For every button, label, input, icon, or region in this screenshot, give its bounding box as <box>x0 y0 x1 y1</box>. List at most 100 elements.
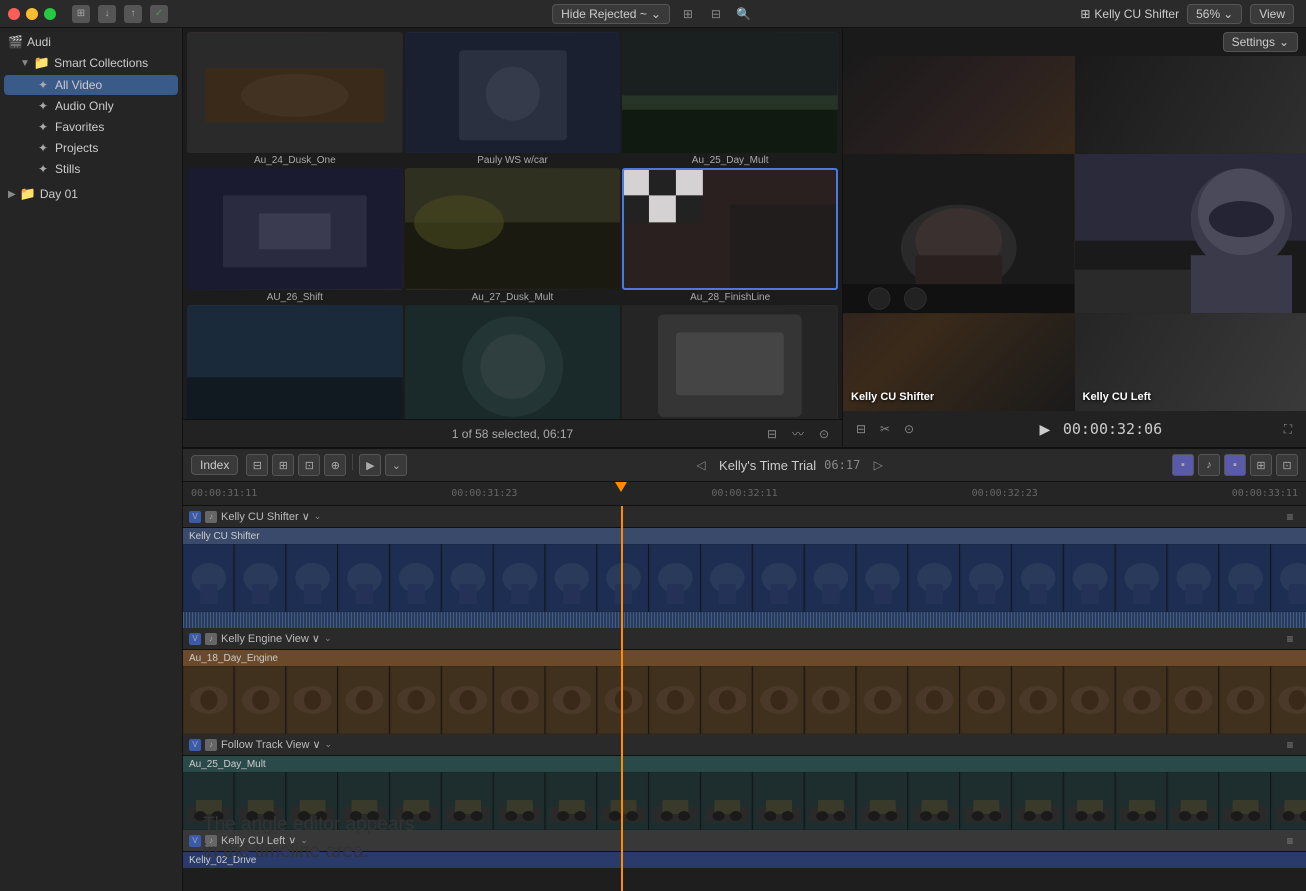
browser-viewer-split: Au_24_Dusk_One Pauly WS w/car <box>183 28 1306 448</box>
traffic-light-green[interactable] <box>44 8 56 20</box>
sidebar-item-projects[interactable]: ✦ Projects <box>4 138 178 158</box>
view-button[interactable]: View <box>1250 4 1294 24</box>
chevron-icon: ⌄ <box>651 7 661 21</box>
timeline-right-arrow[interactable]: ▷ <box>868 455 888 475</box>
track-3-options[interactable]: ≡ <box>1280 831 1300 851</box>
import-icon[interactable]: ↓ <box>98 5 116 23</box>
track-0-audio-icon: ♪ <box>205 511 217 523</box>
clip-thumb-4[interactable]: Au_27_Dusk_Mult <box>405 168 621 302</box>
clip-options[interactable]: ⊙ <box>814 424 834 444</box>
trim-button[interactable]: ✂ <box>875 419 895 439</box>
clip-thumbnail-8 <box>622 305 838 419</box>
sidebar-item-audio-only[interactable]: ✦ Audio Only <box>4 96 178 116</box>
clip-thumb-0[interactable]: Au_24_Dusk_One <box>187 32 403 166</box>
clip-thumb-8[interactable]: Light2_A <box>622 305 838 419</box>
play-options-btn[interactable]: ⌄ <box>385 454 407 476</box>
track-1-filmstrip <box>183 666 1306 734</box>
browser-status-text: 1 of 58 selected, 06:17 <box>452 427 573 441</box>
viewer-timecode: 00:00:32:06 <box>1063 420 1162 438</box>
fullscreen-button[interactable]: ⛶ <box>1278 419 1298 439</box>
track-3-audio-icon: ♪ <box>205 835 217 847</box>
timeline-grid-btn[interactable]: ⊞ <box>272 454 294 476</box>
sidebar-item-all-video-label: All Video <box>55 78 102 92</box>
film-icon: 🎬 <box>8 35 23 49</box>
track-1: V ♪ Kelly Engine View ∨ ⌄ ≡ Au_18_Day_En… <box>183 628 1306 734</box>
sidebar-smart-collections-group[interactable]: ▼ 📁 Smart Collections <box>0 52 182 74</box>
track-3-header: V ♪ Kelly CU Left ∨ ⌄ ≡ <box>183 830 1306 852</box>
clip-label-3: AU_26_Shift <box>187 292 403 303</box>
traffic-light-yellow[interactable] <box>26 8 38 20</box>
timeline-clip-expand[interactable]: ⊡ <box>1276 454 1298 476</box>
play-button[interactable]: ▶ <box>1035 419 1055 439</box>
track-0-header: V ♪ Kelly CU Shifter ∨ ⌄ ≡ <box>183 506 1306 528</box>
track-2-filmstrip <box>183 772 1306 830</box>
clip-thumb-5[interactable]: Au_28_FinishLine <box>622 168 838 302</box>
zoom-button[interactable]: 56% ⌄ <box>1187 4 1242 24</box>
clip-thumb-7[interactable]: Au_30_Close <box>405 305 621 419</box>
waveform-toggle[interactable]: 〰 <box>788 424 808 444</box>
content-area: Au_24_Dusk_One Pauly WS w/car <box>183 28 1306 891</box>
settings-button[interactable]: Settings ⌄ <box>1223 32 1298 52</box>
track-2-options[interactable]: ≡ <box>1280 735 1300 755</box>
track-0-clip-label: Kelly CU Shifter <box>189 531 260 542</box>
timeline-expand-btn[interactable]: ⊡ <box>298 454 320 476</box>
sidebar-root-group[interactable]: 🎬 Audi <box>0 32 182 52</box>
settings-label: Settings <box>1232 35 1275 49</box>
video-overlay-btn[interactable]: ▪ <box>1224 454 1246 476</box>
track-0-label-bar: Kelly CU Shifter <box>183 528 1306 544</box>
speed-button[interactable]: ⊙ <box>899 419 919 439</box>
track-2-name: Follow Track View ∨ <box>221 738 321 751</box>
clip-appearance-button[interactable]: ⊟ <box>851 419 871 439</box>
sidebar-item-favorites[interactable]: ✦ Favorites <box>4 117 178 137</box>
timeline-options-btn[interactable]: ⊕ <box>324 454 346 476</box>
viewer-content: Kelly CU Shifter <box>843 56 1306 411</box>
share-icon[interactable]: ↑ <box>124 5 142 23</box>
angle-color-btn[interactable]: ▪ <box>1172 454 1194 476</box>
browser-list-icon[interactable]: ⊞ <box>678 4 698 24</box>
clip-thumb-6[interactable]: Au_29_Dusk_Mult <box>187 305 403 419</box>
sidebar-item-all-video[interactable]: ✦ All Video <box>4 75 178 95</box>
timeline-left-arrow[interactable]: ◁ <box>691 455 711 475</box>
playhead-line <box>621 506 623 891</box>
day01-arrow-icon: ▶ <box>8 189 16 200</box>
clip-view-toggle[interactable]: ⊟ <box>762 424 782 444</box>
track-1-options[interactable]: ≡ <box>1280 629 1300 649</box>
settings-chevron-icon: ⌄ <box>1279 35 1289 49</box>
timeline-area: Index ⊟ ⊞ ⊡ ⊕ ▶ ⌄ ◁ Kelly's Time Trial 0… <box>183 448 1306 891</box>
browser-status-bar: 1 of 58 selected, 06:17 ⊟ 〰 ⊙ <box>183 419 842 447</box>
track-2-header: V ♪ Follow Track View ∨ ⌄ ≡ <box>183 734 1306 756</box>
check-icon[interactable]: ✓ <box>150 5 168 23</box>
ruler-mark-0: 00:00:31:11 <box>191 488 257 499</box>
stills-icon: ✦ <box>36 162 50 176</box>
track-3-chevron-icon: ⌄ <box>300 835 308 846</box>
timeline-clip-btn[interactable]: ⊟ <box>246 454 268 476</box>
clip-label-0: Au_24_Dusk_One <box>187 155 403 166</box>
hide-rejected-button[interactable]: Hide Rejected ~ ⌄ <box>552 4 670 24</box>
traffic-light-red[interactable] <box>8 8 20 20</box>
browser-panel: Au_24_Dusk_One Pauly WS w/car <box>183 28 843 447</box>
library-icon[interactable]: ⊞ <box>72 5 90 23</box>
viewer-settings-bar: Settings ⌄ <box>843 28 1306 56</box>
track-3-name: Kelly CU Left ∨ <box>221 834 296 847</box>
clip-thumb-1[interactable]: Pauly WS w/car <box>405 32 621 166</box>
track-1-name: Kelly Engine View ∨ <box>221 632 320 645</box>
audio-btn[interactable]: ♪ <box>1198 454 1220 476</box>
viewer-controls-bar: ⊟ ✂ ⊙ ▶ 00:00:32:06 ⛶ <box>843 411 1306 447</box>
track-0-options[interactable]: ≡ <box>1280 507 1300 527</box>
sidebar-day01-group[interactable]: ▶ 📁 Day 01 <box>0 183 182 205</box>
index-button[interactable]: Index <box>191 455 238 475</box>
zoom-chevron-icon: ⌄ <box>1223 7 1233 21</box>
timeline-title: Kelly's Time Trial <box>719 458 816 473</box>
play-forward-btn[interactable]: ▶ <box>359 454 381 476</box>
search-icon[interactable]: 🔍 <box>734 4 754 24</box>
library-name-container: ⊞ Kelly CU Shifter <box>1080 7 1179 21</box>
traffic-lights <box>8 8 56 20</box>
browser-grid-icon[interactable]: ⊟ <box>706 4 726 24</box>
track-2-role-icon: V <box>189 739 201 751</box>
clip-thumb-2[interactable]: Au_25_Day_Mult <box>622 32 838 166</box>
ruler-mark-2: 00:00:32:11 <box>711 488 777 499</box>
clip-thumb-3[interactable]: AU_26_Shift <box>187 168 403 302</box>
main-layout: 🎬 Audi ▼ 📁 Smart Collections ✦ All Video… <box>0 28 1306 891</box>
sidebar-item-stills[interactable]: ✦ Stills <box>4 159 178 179</box>
multicam-btn[interactable]: ⊞ <box>1250 454 1272 476</box>
